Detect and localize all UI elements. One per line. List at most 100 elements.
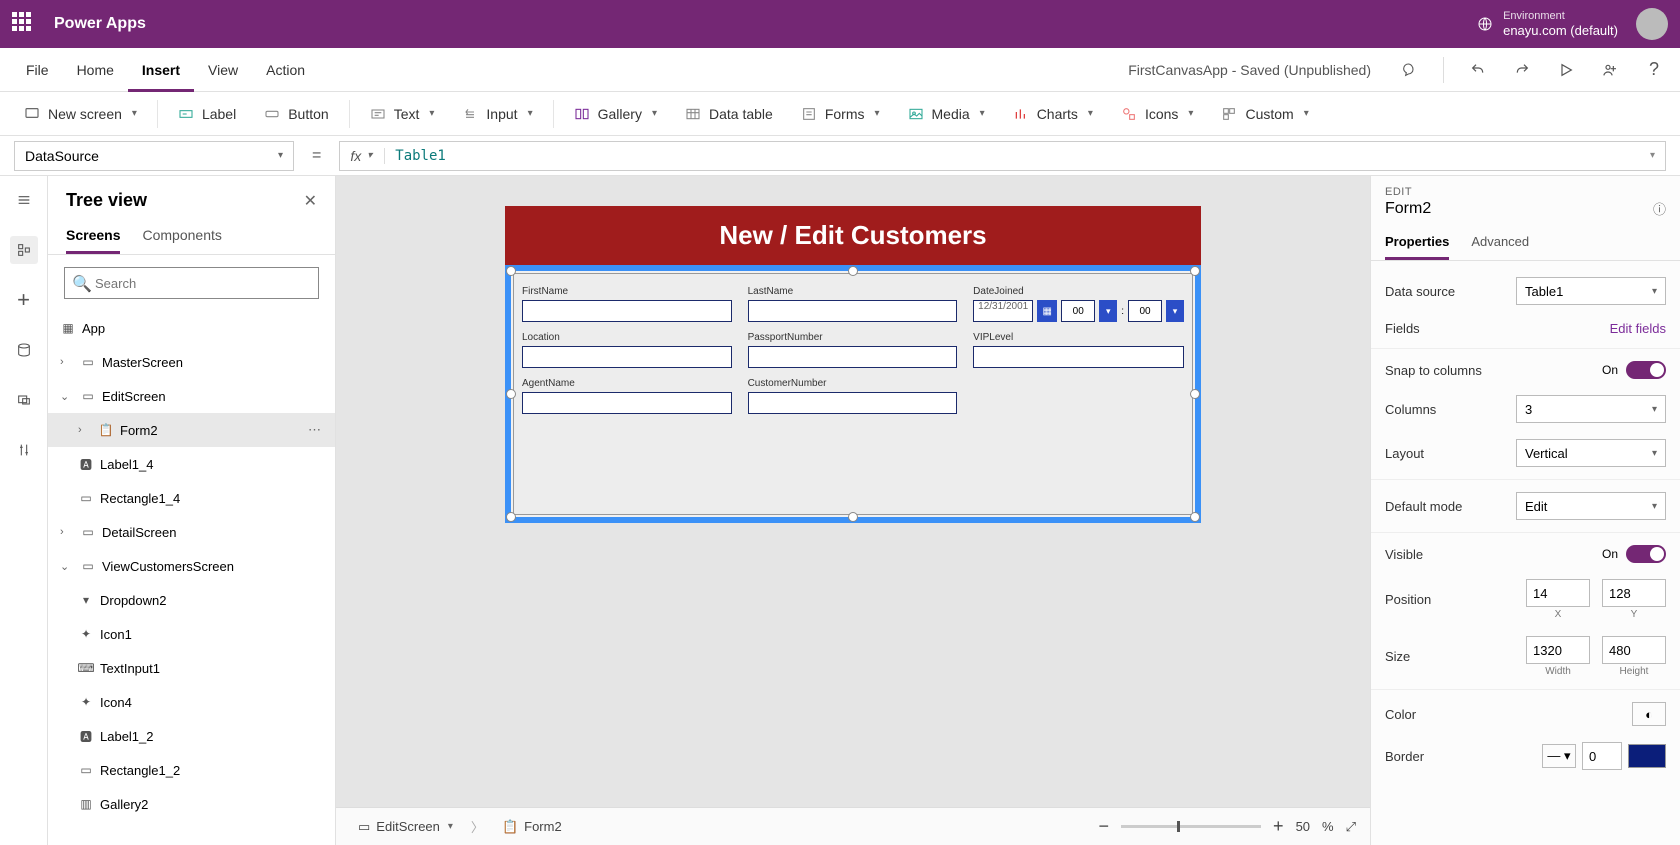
zoom-out-icon[interactable]: − [1099, 816, 1110, 837]
select-layout[interactable]: Vertical▾ [1516, 439, 1666, 467]
app-checker-icon[interactable] [1395, 56, 1423, 84]
icons-button[interactable]: Icons▾ [1109, 98, 1206, 130]
link-edit-fields[interactable]: Edit fields [1610, 321, 1666, 336]
chevron-down-icon[interactable]: ▾ [1166, 300, 1184, 322]
screen-icon [24, 106, 40, 122]
field-input-vip[interactable] [973, 346, 1184, 368]
breadcrumb-form[interactable]: 📋Form2 [494, 819, 570, 835]
zoom-in-icon[interactable]: + [1273, 816, 1284, 837]
time-hour[interactable]: 00 [1061, 300, 1095, 322]
tree-item-editscreen[interactable]: ⌄▭EditScreen [48, 379, 335, 413]
data-table-button[interactable]: Data table [673, 98, 785, 130]
tree-item-label12[interactable]: 🅰Label1_2 [48, 719, 335, 753]
forms-button[interactable]: Forms▾ [789, 98, 892, 130]
label-button[interactable]: Label [166, 98, 248, 130]
menu-view[interactable]: View [194, 48, 252, 92]
data-icon[interactable] [10, 336, 38, 364]
gallery-button[interactable]: Gallery▾ [562, 98, 669, 130]
undo-icon[interactable] [1464, 56, 1492, 84]
field-input-agent[interactable] [522, 392, 732, 414]
tree-item-app[interactable]: ▦App [48, 311, 335, 345]
more-icon[interactable]: ⋯ [308, 422, 323, 438]
tree-item-rect14[interactable]: ▭Rectangle1_4 [48, 481, 335, 515]
field-input-firstname[interactable] [522, 300, 732, 322]
menu-file[interactable]: File [12, 48, 63, 92]
chevron-down-icon[interactable]: ▾ [1099, 300, 1117, 322]
tab-advanced[interactable]: Advanced [1471, 226, 1529, 260]
calendar-icon[interactable]: ▦ [1037, 300, 1057, 322]
tab-properties[interactable]: Properties [1385, 226, 1449, 260]
field-input-custnum[interactable] [748, 392, 958, 414]
tab-screens[interactable]: Screens [66, 219, 120, 254]
button-button[interactable]: Button [252, 98, 340, 130]
environment-picker[interactable]: Environment enayu.com (default) [1477, 10, 1618, 39]
tree-item-icon4[interactable]: ✦Icon4 [48, 685, 335, 719]
border-color[interactable] [1628, 744, 1666, 768]
fit-icon[interactable]: ⤢ [1346, 819, 1356, 835]
media-button[interactable]: Media▾ [896, 98, 997, 130]
toggle-visible[interactable] [1626, 545, 1666, 563]
media-panel-icon[interactable] [10, 386, 38, 414]
tree-search-input[interactable] [64, 267, 319, 299]
insert-icon[interactable]: + [10, 286, 38, 314]
tree-item-textinput1[interactable]: ⌨TextInput1 [48, 651, 335, 685]
share-icon[interactable] [1596, 56, 1624, 84]
field-input-location[interactable] [522, 346, 732, 368]
close-icon[interactable]: ✕ [304, 191, 317, 211]
formula-expand-icon[interactable]: ▾ [1650, 150, 1655, 161]
field-label-passport: PassportNumber [748, 332, 958, 343]
input-border-width[interactable] [1582, 742, 1622, 770]
select-datasource[interactable]: Table1▾ [1516, 277, 1666, 305]
zoom-slider[interactable] [1121, 825, 1261, 828]
field-input-lastname[interactable] [748, 300, 958, 322]
text-button[interactable]: Text▾ [358, 98, 447, 130]
tree-item-dropdown2[interactable]: ▾Dropdown2 [48, 583, 335, 617]
props-type: EDIT [1385, 186, 1666, 198]
tree-item-rect12[interactable]: ▭Rectangle1_2 [48, 753, 335, 787]
hamburger-icon[interactable] [10, 186, 38, 214]
breadcrumb-screen[interactable]: ▭EditScreen▾ [350, 819, 461, 835]
color-picker[interactable]: ◐ [1632, 702, 1666, 726]
tree-item-gallery2[interactable]: ▥Gallery2 [48, 787, 335, 821]
play-icon[interactable] [1552, 56, 1580, 84]
tree-item-detailscreen[interactable]: ›▭DetailScreen [48, 515, 335, 549]
tree-item-masterscreen[interactable]: ›▭MasterScreen [48, 345, 335, 379]
label-layout: Layout [1385, 446, 1508, 461]
menu-insert[interactable]: Insert [128, 48, 194, 92]
tree-item-label14[interactable]: 🅰Label1_4 [48, 447, 335, 481]
tree-item-form2[interactable]: ›📋Form2⋯ [48, 413, 335, 447]
tab-components[interactable]: Components [142, 219, 221, 254]
formula-value: Table1 [395, 148, 446, 164]
tree-view-icon[interactable] [10, 236, 38, 264]
equals-sign: = [304, 147, 329, 165]
input-button[interactable]: Input▾ [450, 98, 544, 130]
help-icon[interactable]: ⓘ [1653, 199, 1666, 218]
tree-item-viewcustomers[interactable]: ⌄▭ViewCustomersScreen [48, 549, 335, 583]
tree-item-icon1[interactable]: ✦Icon1 [48, 617, 335, 651]
new-screen-button[interactable]: New screen▾ [12, 98, 149, 130]
custom-button[interactable]: Custom▾ [1209, 98, 1320, 130]
input-y[interactable] [1602, 579, 1666, 607]
property-selector[interactable]: DataSource▾ [14, 141, 294, 171]
charts-button[interactable]: Charts▾ [1001, 98, 1105, 130]
input-width[interactable] [1526, 636, 1590, 664]
field-input-passport[interactable] [748, 346, 958, 368]
formula-input[interactable]: fx▾ Table1 ▾ [339, 141, 1666, 171]
border-style-select[interactable]: — ▾ [1542, 744, 1576, 768]
form-selection[interactable]: FirstName LastName DateJoined 12/31/2001… [505, 265, 1201, 523]
canvas-screen[interactable]: New / Edit Customers FirstName LastName [505, 206, 1201, 523]
redo-icon[interactable] [1508, 56, 1536, 84]
menu-home[interactable]: Home [63, 48, 128, 92]
app-launcher-icon[interactable] [12, 12, 36, 36]
menu-action[interactable]: Action [252, 48, 319, 92]
help-icon[interactable]: ? [1640, 56, 1668, 84]
date-input[interactable]: 12/31/2001 [973, 300, 1033, 322]
select-columns[interactable]: 3▾ [1516, 395, 1666, 423]
tools-icon[interactable] [10, 436, 38, 464]
time-min[interactable]: 00 [1128, 300, 1162, 322]
toggle-snap[interactable] [1626, 361, 1666, 379]
input-x[interactable] [1526, 579, 1590, 607]
select-defaultmode[interactable]: Edit▾ [1516, 492, 1666, 520]
user-avatar[interactable] [1636, 8, 1668, 40]
input-height[interactable] [1602, 636, 1666, 664]
